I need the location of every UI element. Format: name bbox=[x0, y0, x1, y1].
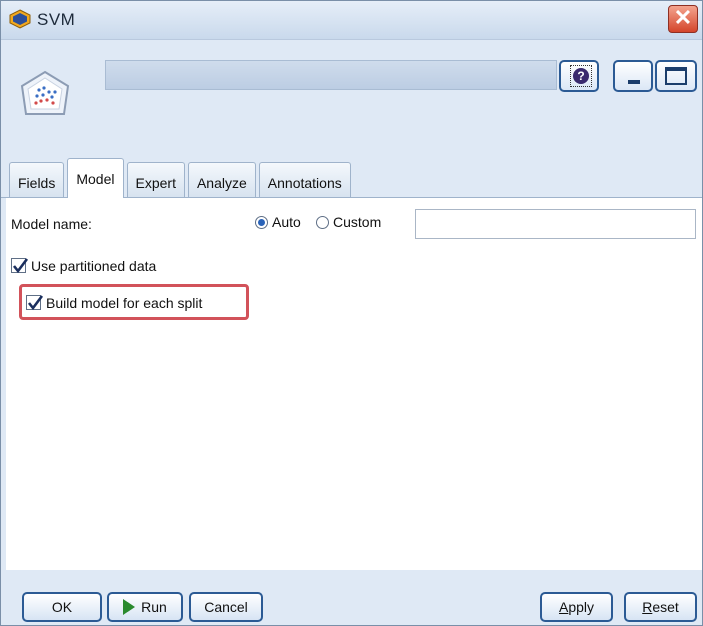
model-tab-panel: Model name: Auto Custom Use partitioned … bbox=[6, 198, 702, 570]
run-button[interactable]: Run bbox=[107, 592, 183, 622]
tab-analyze[interactable]: Analyze bbox=[187, 162, 256, 198]
use-partitioned-checkbox[interactable] bbox=[11, 258, 29, 274]
ok-button[interactable]: OK bbox=[22, 592, 102, 622]
tab-model[interactable]: Model bbox=[67, 158, 124, 198]
radio-custom-label: Custom bbox=[333, 214, 382, 230]
run-label: Run bbox=[141, 599, 167, 615]
svm-model-icon bbox=[19, 70, 71, 122]
button-bar: OK Run Cancel Apply Reset bbox=[1, 571, 702, 625]
use-partitioned-label: Use partitioned data bbox=[31, 258, 157, 274]
window-title: SVM bbox=[37, 10, 76, 29]
maximize-button[interactable] bbox=[655, 60, 697, 92]
title-bar[interactable]: SVM ✕ bbox=[1, 1, 702, 40]
svm-dialog: SVM ✕ ? Fields Model Expert Analyze Anno… bbox=[0, 0, 703, 626]
model-name-label: Model name: bbox=[11, 216, 92, 232]
apply-mnemonic: A bbox=[558, 599, 569, 615]
play-icon bbox=[123, 599, 136, 615]
build-model-split-checkbox[interactable] bbox=[26, 295, 44, 311]
cancel-button[interactable]: Cancel bbox=[189, 592, 263, 622]
radio-custom[interactable] bbox=[316, 216, 329, 229]
minimize-icon bbox=[628, 80, 640, 84]
tab-fields[interactable]: Fields bbox=[9, 162, 65, 198]
minimize-button[interactable] bbox=[613, 60, 653, 92]
apply-button[interactable]: Apply bbox=[540, 592, 613, 622]
apply-label: pply bbox=[568, 599, 595, 615]
reset-mnemonic: R bbox=[642, 599, 653, 615]
help-button[interactable]: ? bbox=[559, 60, 599, 92]
svm-node-icon bbox=[9, 9, 31, 29]
node-name-bar bbox=[105, 60, 557, 90]
radio-auto-label: Auto bbox=[272, 214, 301, 230]
help-icon: ? bbox=[573, 68, 589, 84]
maximize-icon bbox=[665, 67, 687, 85]
close-button[interactable]: ✕ bbox=[668, 5, 698, 33]
tab-bar: Fields Model Expert Analyze Annotations bbox=[9, 158, 354, 198]
close-icon: ✕ bbox=[673, 5, 693, 30]
radio-auto[interactable] bbox=[255, 216, 268, 229]
reset-button[interactable]: Reset bbox=[624, 592, 697, 622]
custom-model-name-input[interactable] bbox=[415, 209, 696, 239]
reset-label: eset bbox=[652, 599, 679, 615]
header-panel: ? bbox=[1, 40, 702, 150]
tab-annotations[interactable]: Annotations bbox=[258, 162, 351, 198]
build-model-split-label: Build model for each split bbox=[46, 295, 203, 311]
tab-expert[interactable]: Expert bbox=[126, 162, 185, 198]
